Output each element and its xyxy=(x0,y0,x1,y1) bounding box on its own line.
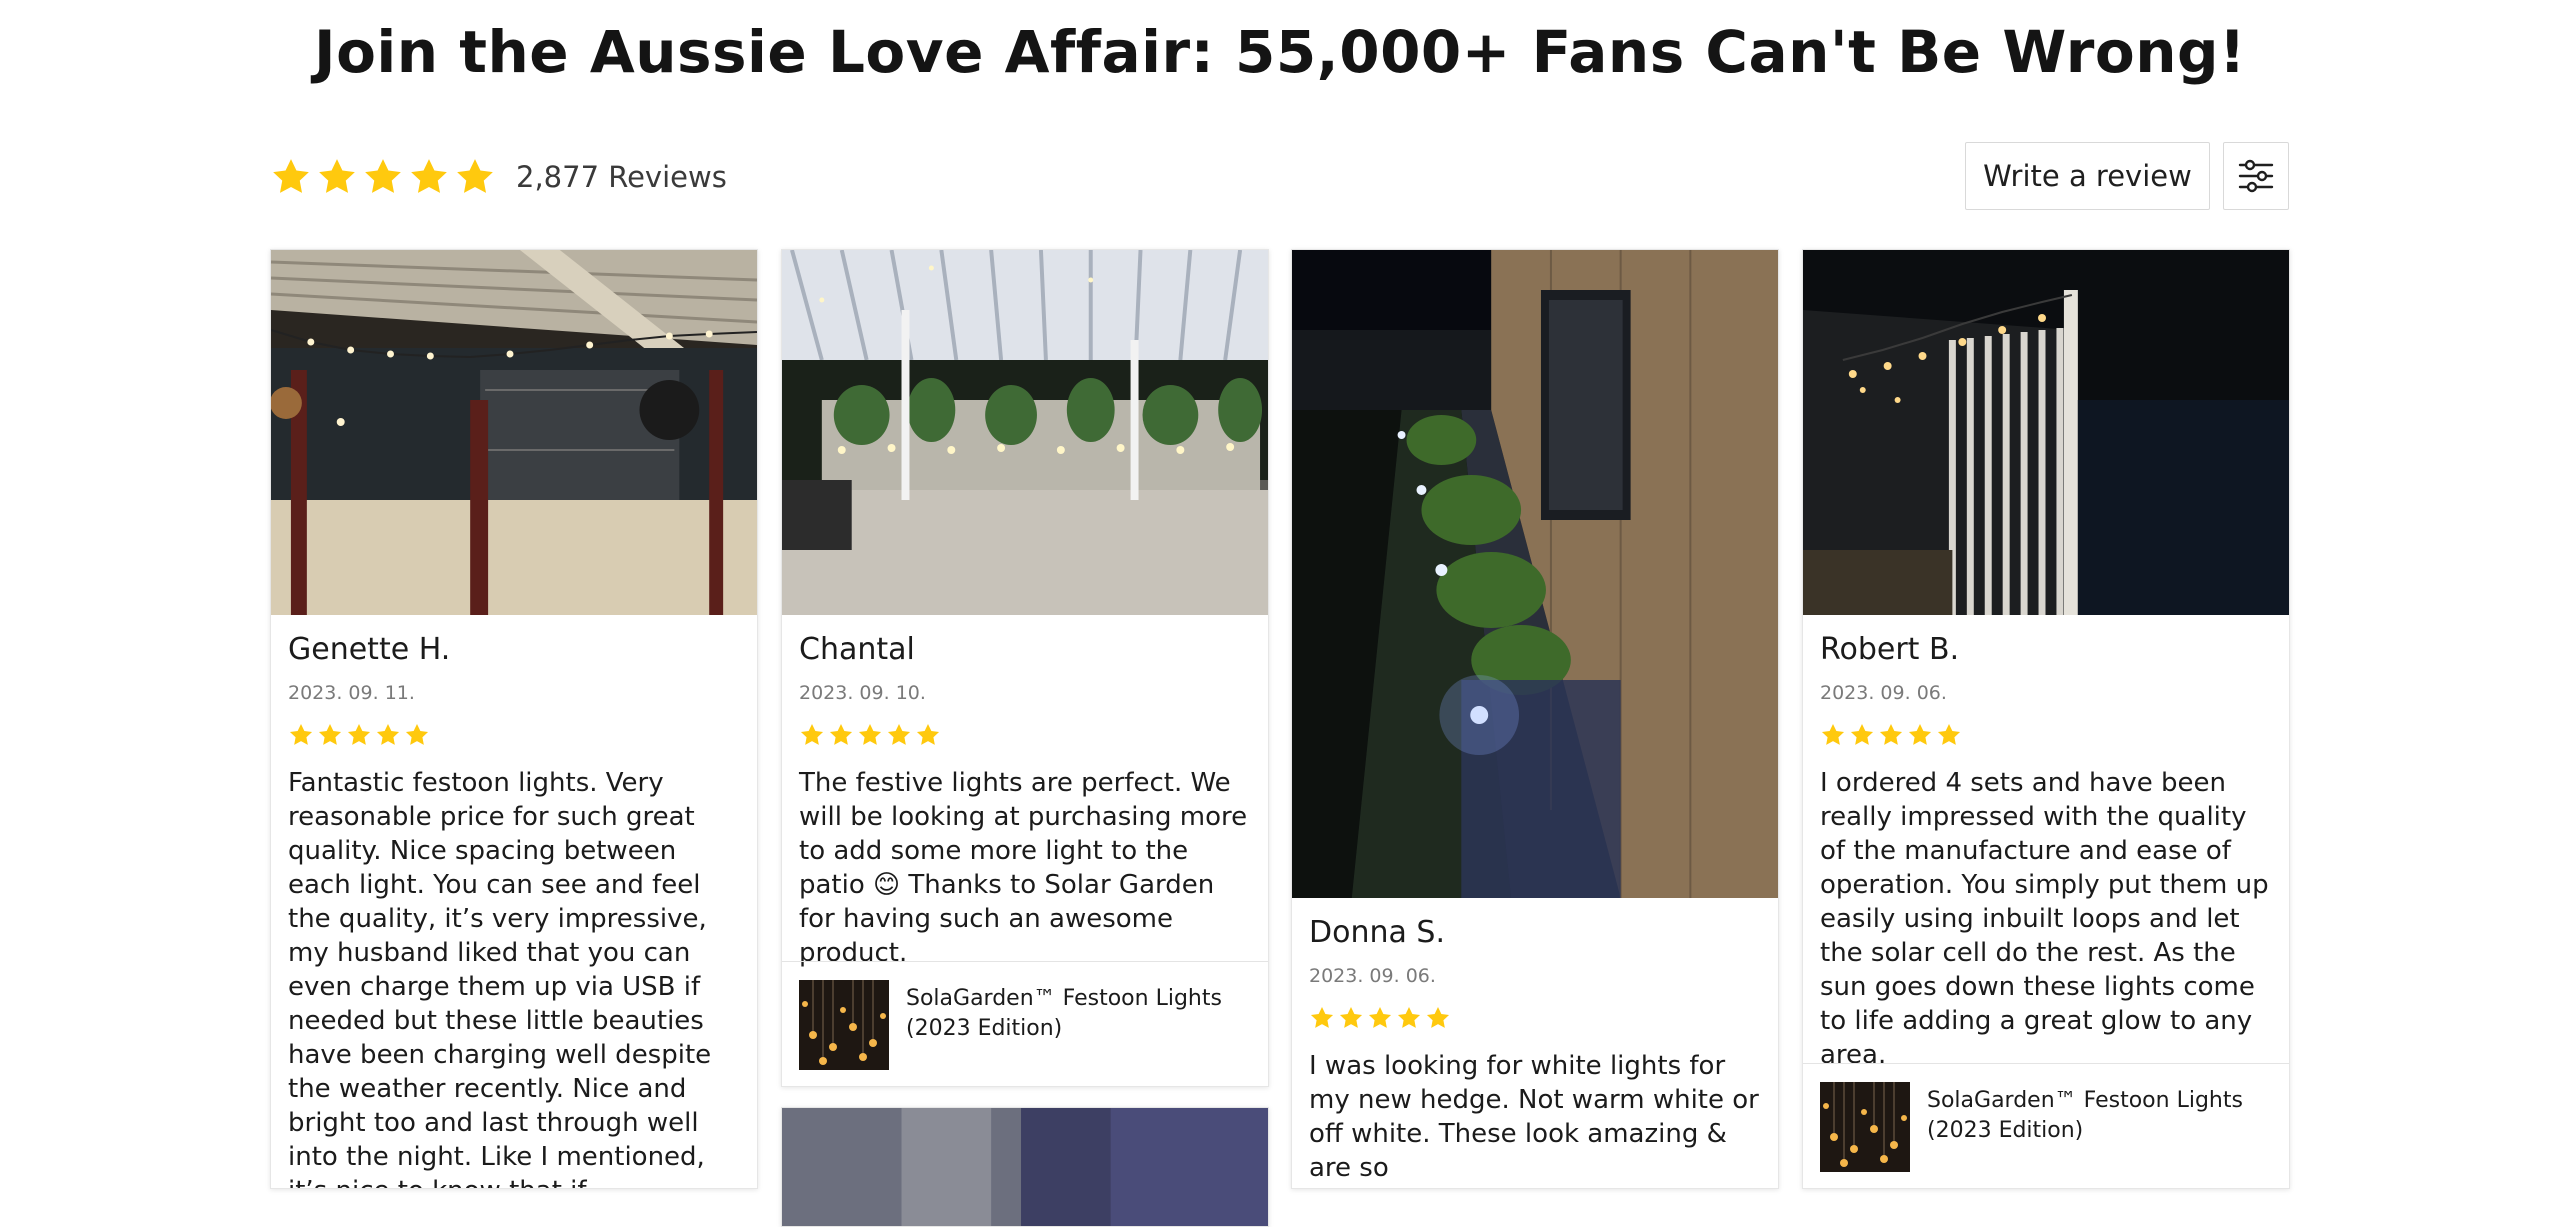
reviewer-name: Chantal xyxy=(799,632,915,667)
star-icon xyxy=(408,156,450,198)
star-icon xyxy=(362,156,404,198)
star-icon xyxy=(799,722,825,748)
average-rating-stars xyxy=(270,156,496,198)
star-icon xyxy=(1309,1005,1335,1031)
star-icon xyxy=(828,722,854,748)
star-icon xyxy=(1907,722,1933,748)
review-card[interactable]: Chantal 2023. 09. 10. The festive lights… xyxy=(781,249,1269,1087)
product-link[interactable]: SolaGarden™ Festoon Lights (2023 Edition… xyxy=(1803,1063,2289,1189)
star-icon xyxy=(1425,1005,1451,1031)
review-text: I ordered 4 sets and have been really im… xyxy=(1820,768,2269,1070)
review-card[interactable] xyxy=(781,1107,1269,1227)
review-stars xyxy=(799,722,1251,750)
star-icon xyxy=(270,156,312,198)
sliders-icon xyxy=(2238,159,2274,193)
review-card[interactable]: Robert B. 2023. 09. 06. I ordered 4 sets… xyxy=(1802,249,2290,1189)
star-icon xyxy=(1820,722,1846,748)
review-text: The festive lights are perfect. We will … xyxy=(799,768,1248,968)
star-icon xyxy=(316,156,358,198)
review-photo[interactable] xyxy=(1803,250,2289,615)
star-icon xyxy=(454,156,496,198)
review-text: I was looking for white lights for my ne… xyxy=(1309,1051,1759,1183)
rating-summary: 2,877 Reviews xyxy=(270,150,727,204)
star-icon xyxy=(288,722,314,748)
star-icon xyxy=(1936,722,1962,748)
review-count[interactable]: 2,877 Reviews xyxy=(516,160,727,194)
review-date: 2023. 09. 11. xyxy=(288,682,415,704)
reviewer-name: Genette H. xyxy=(288,632,451,667)
star-icon xyxy=(857,722,883,748)
review-stars xyxy=(1309,1005,1761,1033)
star-icon xyxy=(1396,1005,1422,1031)
review-photo[interactable] xyxy=(1292,250,1778,898)
review-date: 2023. 09. 10. xyxy=(799,682,926,704)
product-link[interactable]: SolaGarden™ Festoon Lights (2023 Edition… xyxy=(782,961,1268,1087)
review-stars xyxy=(1820,722,2272,750)
star-icon xyxy=(1338,1005,1364,1031)
write-review-button[interactable]: Write a review xyxy=(1965,142,2210,210)
star-icon xyxy=(346,722,372,748)
review-photo[interactable] xyxy=(782,250,1268,615)
star-icon xyxy=(375,722,401,748)
review-card[interactable]: Donna S. 2023. 09. 06. I was looking for… xyxy=(1291,249,1779,1189)
product-name[interactable]: SolaGarden™ Festoon Lights (2023 Edition… xyxy=(906,984,1251,1044)
review-stars xyxy=(288,722,740,750)
star-icon xyxy=(404,722,430,748)
review-card[interactable]: Genette H. 2023. 09. 11. Fantastic festo… xyxy=(270,249,758,1189)
product-thumbnail[interactable] xyxy=(1820,1082,1910,1172)
review-text: Fantastic festoon lights. Very reasonabl… xyxy=(288,768,712,1188)
star-icon xyxy=(1367,1005,1393,1031)
product-thumbnail[interactable] xyxy=(799,980,889,1070)
filter-button[interactable] xyxy=(2223,142,2289,210)
review-date: 2023. 09. 06. xyxy=(1309,965,1436,987)
review-date: 2023. 09. 06. xyxy=(1820,682,1947,704)
review-photo[interactable] xyxy=(782,1108,1268,1226)
star-icon xyxy=(1849,722,1875,748)
product-name[interactable]: SolaGarden™ Festoon Lights (2023 Edition… xyxy=(1927,1086,2272,1146)
star-icon xyxy=(1878,722,1904,748)
reviewer-name: Donna S. xyxy=(1309,915,1445,950)
star-icon xyxy=(886,722,912,748)
review-photo[interactable] xyxy=(271,250,757,615)
star-icon xyxy=(317,722,343,748)
page-headline: Join the Aussie Love Affair: 55,000+ Fan… xyxy=(313,18,2247,86)
star-icon xyxy=(915,722,941,748)
reviewer-name: Robert B. xyxy=(1820,632,1960,667)
